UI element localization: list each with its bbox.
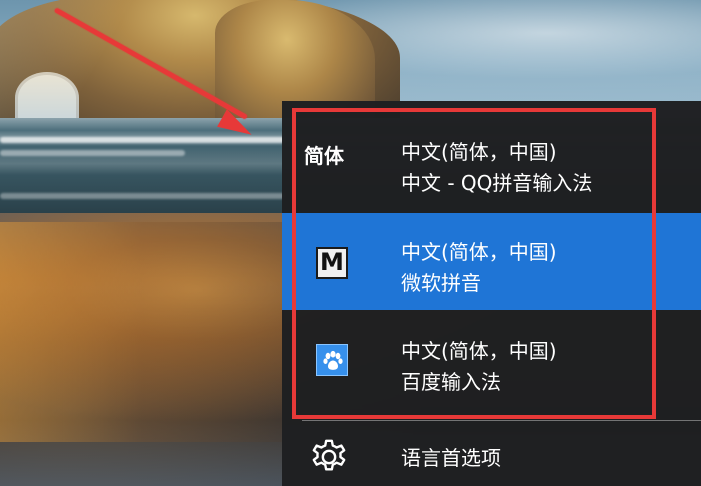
language-name: 中文(简体，中国): [401, 140, 557, 164]
language-name: 中文(简体，中国): [401, 240, 557, 264]
input-method-name: 微软拼音: [401, 271, 481, 295]
language-option-microsoft-pinyin[interactable]: M 中文(简体，中国) 微软拼音: [282, 213, 701, 310]
input-method-name: 百度输入法: [401, 370, 501, 394]
wave-foam: [0, 150, 185, 156]
rock-reflection: [0, 222, 284, 442]
language-option-qq-pinyin[interactable]: 简体 中文(简体，中国) 中文 - QQ拼音输入法: [282, 113, 701, 210]
microsoft-pinyin-icon: M: [316, 247, 348, 279]
language-input-menu: 简体 中文(简体，中国) 中文 - QQ拼音输入法 M 中文(简体，中国) 微软…: [282, 101, 701, 486]
language-preferences-item[interactable]: 语言首选项: [282, 421, 701, 486]
option-text-block: 中文(简体，中国) 中文 - QQ拼音输入法: [401, 137, 671, 199]
input-method-name: 中文 - QQ拼音输入法: [401, 171, 593, 195]
rock-arch-opening: [15, 72, 79, 124]
desktop-screen: 简体 中文(简体，中国) 中文 - QQ拼音输入法 M 中文(简体，中国) 微软…: [0, 0, 701, 486]
paw-icon: [323, 350, 343, 370]
microsoft-pinyin-icon-letter: M: [320, 248, 344, 276]
baidu-paw-icon: [316, 344, 348, 376]
language-name: 中文(简体，中国): [401, 339, 557, 363]
option-text-block: 中文(简体，中国) 百度输入法: [401, 336, 671, 398]
language-option-baidu[interactable]: 中文(简体，中国) 百度输入法: [282, 312, 701, 409]
simplified-chinese-label: 简体: [304, 144, 344, 168]
wave-foam: [0, 193, 285, 199]
language-preferences-label: 语言首选项: [401, 446, 501, 470]
gear-icon: [312, 439, 346, 471]
option-text-block: 中文(简体，中国) 微软拼音: [401, 237, 671, 299]
